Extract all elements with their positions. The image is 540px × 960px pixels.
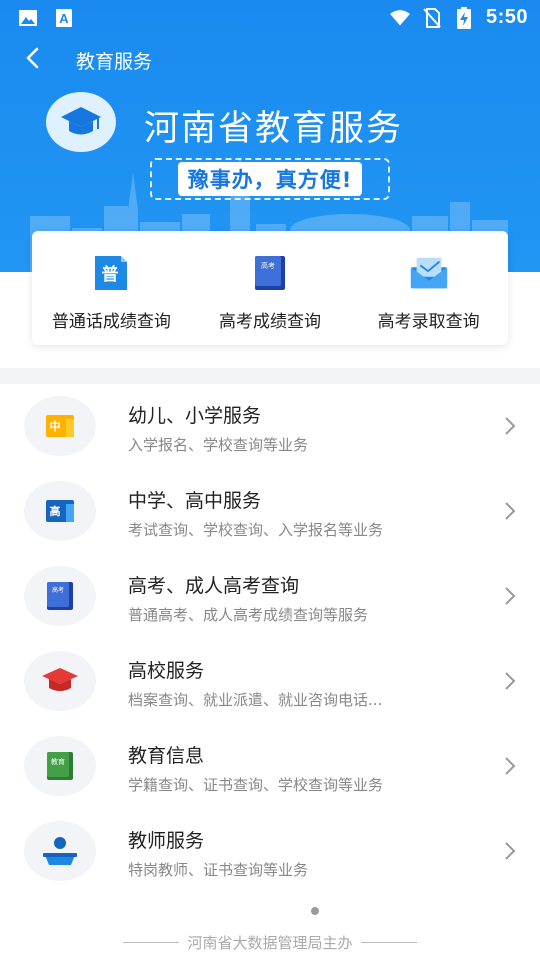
wifi-icon [389, 8, 410, 28]
svg-text:普: 普 [102, 264, 119, 285]
item-subtitle: 入学报名、学校查询等业务 [128, 436, 309, 454]
gaokao-book-icon: 高考 [250, 253, 290, 293]
education-info-icon: 教育 [24, 736, 96, 796]
list-item-gaokao[interactable]: 高考 高考、成人高考查询 普通高考、成人高考成绩查询等服务 [0, 554, 540, 639]
list-item-teacher[interactable]: 教师服务 特岗教师、证书查询等业务 [0, 809, 540, 894]
list-item-university[interactable]: 高校服务 档案查询、就业派遣、就业咨询电话... [0, 639, 540, 724]
graduation-cap-icon [24, 651, 96, 711]
primary-school-icon: 中 [24, 396, 96, 456]
quick-action-mandarin-score[interactable]: 普 普通话成绩查询 [32, 231, 191, 345]
chevron-right-icon [505, 502, 516, 520]
item-subtitle: 学籍查询、证书查询、学校查询等业务 [128, 776, 384, 794]
item-title: 教育信息 [128, 745, 205, 767]
font-a-icon: A [54, 8, 74, 28]
high-school-icon: 高 [24, 481, 96, 541]
footer: 河南省大数据管理局主办 [0, 932, 540, 953]
footer-divider-right [360, 942, 417, 943]
chevron-right-icon [505, 757, 516, 775]
list-item-education-info[interactable]: 教育 教育信息 学籍查询、证书查询、学校查询等业务 [0, 724, 540, 809]
chevron-right-icon [505, 587, 516, 605]
top-nav: 教育服务 [0, 40, 540, 76]
item-subtitle: 考试查询、学校查询、入学报名等业务 [128, 521, 384, 539]
chevron-right-icon [505, 672, 516, 690]
teacher-icon [24, 821, 96, 881]
chevron-right-icon [505, 842, 516, 860]
item-subtitle: 特岗教师、证书查询等业务 [128, 861, 309, 879]
quick-actions-card: 普 普通话成绩查询 高考 高考成绩查询 高考录取查询 [32, 231, 508, 345]
list-item-primary-school[interactable]: 中 幼儿、小学服务 入学报名、学校查询等业务 [0, 384, 540, 469]
quick-action-label: 高考成绩查询 [219, 312, 321, 332]
section-divider [0, 368, 540, 384]
battery-charging-icon [454, 6, 474, 29]
footer-text: 河南省大数据管理局主办 [187, 934, 353, 952]
status-bar: A 5:50 [0, 0, 540, 36]
no-sim-icon [422, 7, 442, 28]
graduation-cap-logo-icon [46, 92, 116, 152]
banner-slogan: 豫事办，真方便! [150, 158, 390, 200]
svg-text:高考: 高考 [52, 586, 64, 594]
slogan-text: 豫事办，真方便! [177, 162, 363, 196]
back-arrow-icon[interactable] [18, 44, 46, 72]
item-title: 高考、成人高考查询 [128, 575, 300, 597]
item-title: 高校服务 [128, 660, 205, 682]
image-icon [18, 8, 38, 28]
admission-envelope-icon [409, 253, 449, 293]
quick-action-admission[interactable]: 高考录取查询 [349, 231, 508, 345]
item-title: 中学、高中服务 [128, 490, 262, 512]
quick-action-label: 普通话成绩查询 [51, 312, 171, 332]
page-title: 教育服务 [76, 51, 153, 73]
mandarin-book-icon: 普 [91, 253, 131, 293]
list-item-high-school[interactable]: 高 中学、高中服务 考试查询、学校查询、入学报名等业务 [0, 469, 540, 554]
quick-action-label: 高考录取查询 [377, 312, 480, 332]
chevron-right-icon [505, 417, 516, 435]
item-title: 幼儿、小学服务 [128, 405, 262, 427]
svg-text:高: 高 [50, 504, 61, 518]
svg-text:高考: 高考 [261, 261, 275, 270]
svg-text:教育: 教育 [51, 757, 65, 766]
footer-divider-left [123, 942, 180, 943]
status-time: 5:50 [485, 6, 528, 28]
page-indicator-dot [311, 907, 319, 915]
svg-text:A: A [59, 11, 69, 26]
service-list: 中 幼儿、小学服务 入学报名、学校查询等业务 高 中学、高中服务 考试查询、学校… [0, 384, 540, 894]
svg-text:中: 中 [50, 419, 61, 433]
banner-title: 河南省教育服务 [144, 109, 404, 149]
gaokao-icon: 高考 [24, 566, 96, 626]
item-title: 教师服务 [128, 830, 205, 852]
item-subtitle: 档案查询、就业派遣、就业咨询电话... [128, 691, 383, 709]
item-subtitle: 普通高考、成人高考成绩查询等服务 [128, 606, 369, 624]
quick-action-gaokao-score[interactable]: 高考 高考成绩查询 [191, 231, 350, 345]
